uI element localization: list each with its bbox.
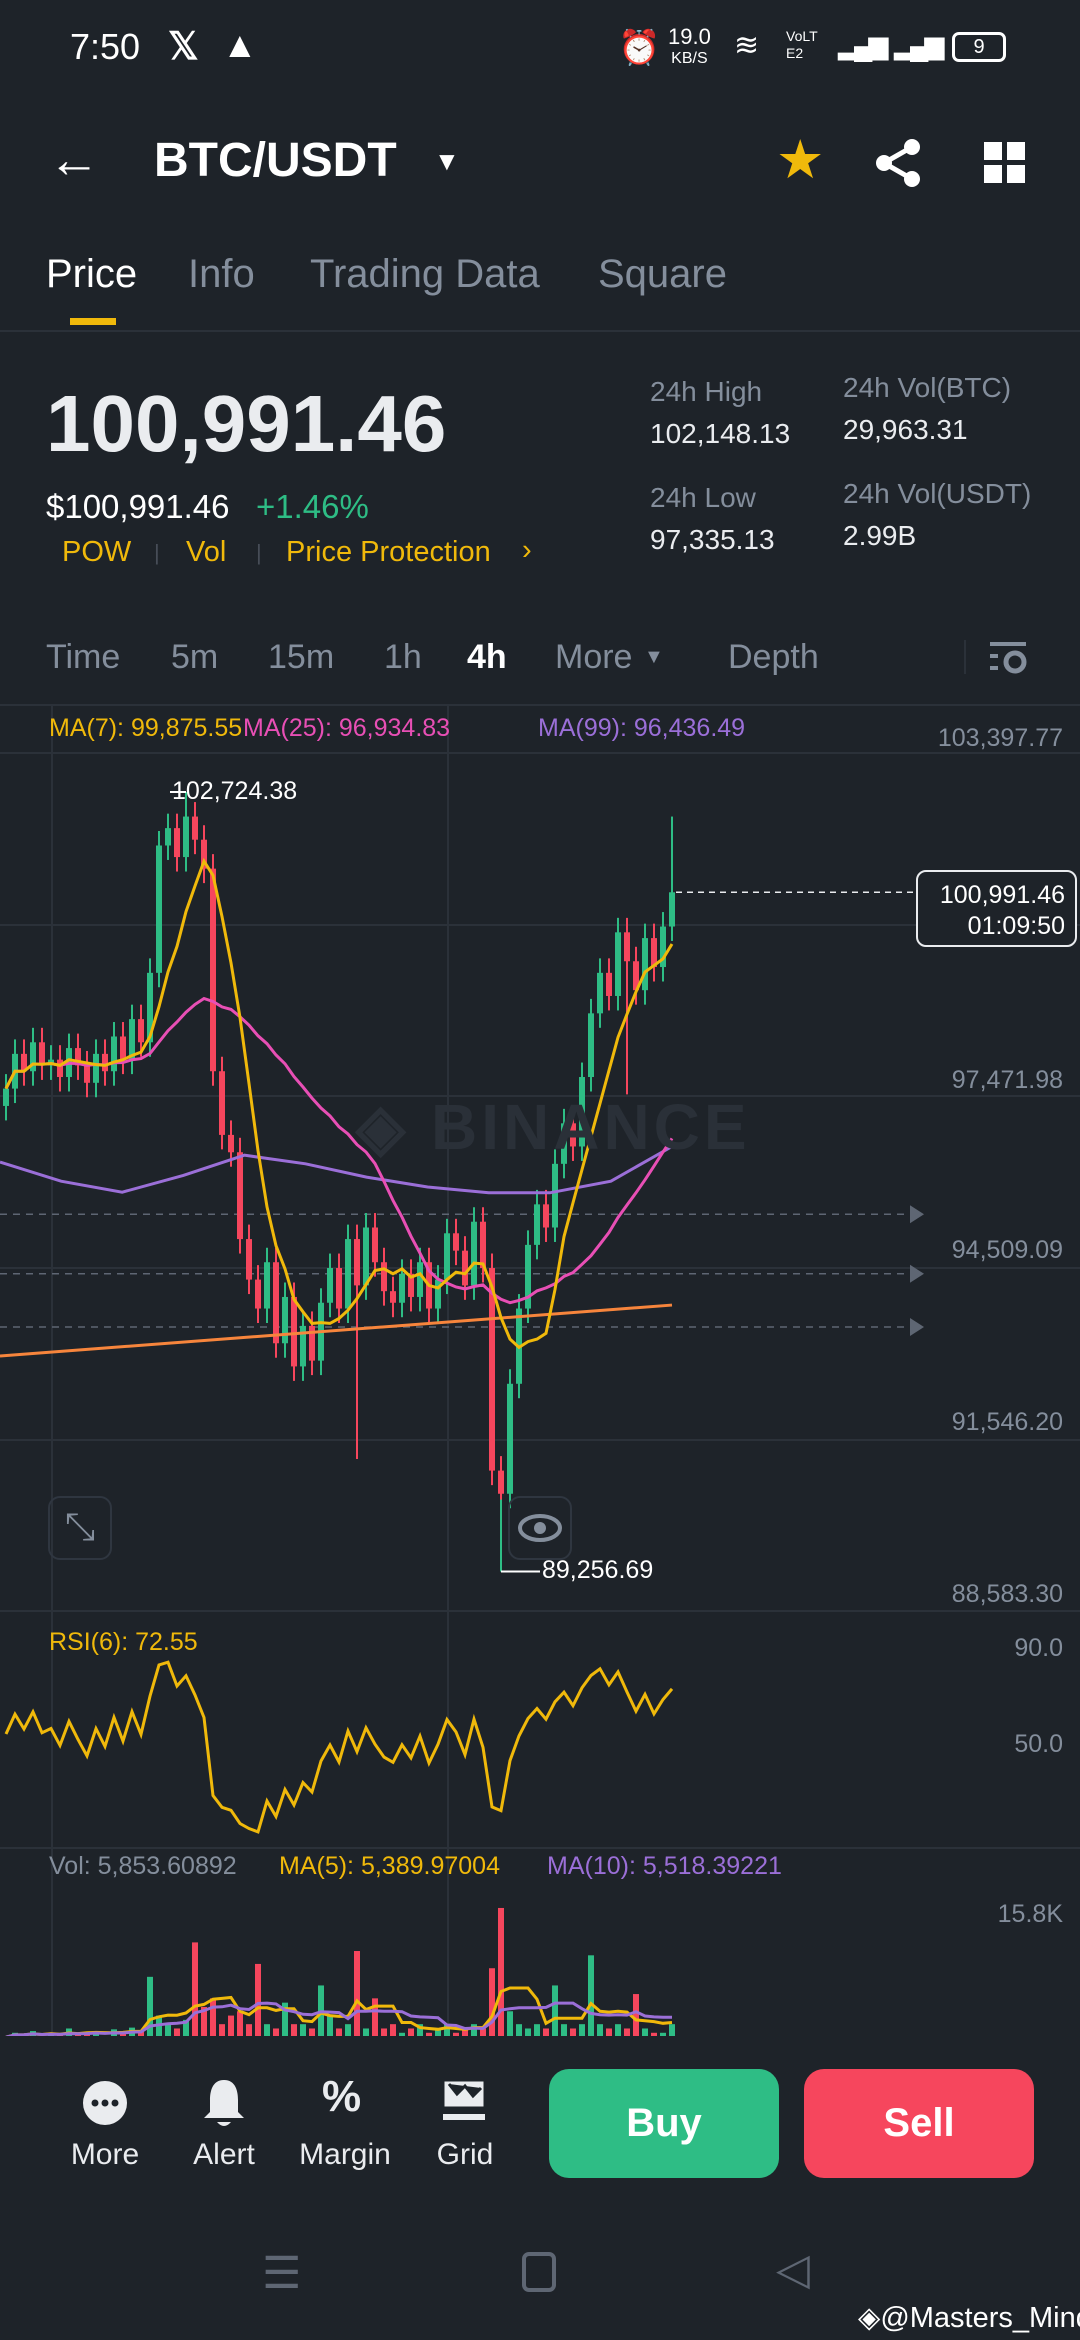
binance-watermark: ◈ BINANCE [356, 1091, 751, 1163]
candle-body [192, 816, 198, 840]
ma99-label: MA(99): 96,436.49 [538, 714, 746, 742]
candle-body [471, 1221, 477, 1286]
candle-body [552, 1163, 558, 1228]
candle-body [624, 932, 630, 962]
candle-body [282, 1296, 288, 1344]
candle-body [210, 868, 216, 1072]
candle-body [462, 1250, 468, 1286]
candle-body [255, 1279, 261, 1309]
candle-body [390, 1291, 396, 1303]
candle-body [588, 1013, 594, 1078]
candlestick-chart[interactable] [0, 0, 1080, 2340]
volume-axis-label: 15.8K [997, 1900, 1063, 1928]
candle-body [111, 1036, 117, 1072]
candle-body [372, 1227, 378, 1263]
price-axis-label: 97,471.98 [951, 1066, 1063, 1094]
candle-body [84, 1065, 90, 1083]
price-axis-label: 94,509.09 [951, 1236, 1063, 1264]
volume-ma10-label: MA(10): 5,518.39221 [547, 1852, 782, 1880]
credit-text: @Masters_Mind [880, 2302, 1080, 2334]
home-icon[interactable] [522, 2252, 556, 2292]
grid-button[interactable]: Grid [405, 2138, 525, 2172]
ma7-label: MA(7): 99,875.55 [49, 714, 243, 742]
back-nav-icon[interactable]: ◁ [776, 2244, 810, 2295]
price-axis-label: 88,583.30 [951, 1580, 1063, 1608]
high-marker-label: 102,724.38 [172, 777, 298, 805]
alert-level-arrow [910, 1318, 924, 1337]
candle-body [102, 1053, 108, 1072]
margin-percent-icon[interactable]: % [322, 2072, 361, 2122]
trend-line [0, 1303, 673, 1358]
candle-countdown: 01:09:50 [967, 912, 1065, 940]
more-icon[interactable] [82, 2080, 128, 2126]
volume-ma5-label: MA(5): 5,389.97004 [279, 1852, 500, 1880]
candle-body [606, 972, 612, 996]
recent-apps-icon[interactable]: ☰ [262, 2248, 301, 2299]
candle-body [327, 1268, 333, 1303]
candle-body [615, 932, 621, 996]
candle-body [174, 828, 180, 858]
candle-body [597, 972, 603, 1014]
candle-body [363, 1227, 369, 1286]
last-price-tag[interactable]: 100,991.46 01:09:50 [916, 870, 1077, 947]
visibility-eye-icon[interactable] [508, 1496, 572, 1560]
candle-body [138, 1019, 144, 1043]
fullscreen-expand-icon[interactable]: ⤡ [48, 1496, 112, 1560]
candle-body [219, 1071, 225, 1135]
candle-body [39, 1042, 45, 1066]
candle-body [453, 1233, 459, 1251]
buy-button[interactable]: Buy [549, 2069, 779, 2178]
candle-body [336, 1268, 342, 1309]
candle-body [183, 816, 189, 858]
candle-body [507, 1383, 513, 1494]
candle-body [642, 938, 648, 991]
volume-label: Vol: 5,853.60892 [49, 1852, 237, 1880]
candle-body [165, 828, 171, 846]
grid-trading-icon[interactable] [443, 2080, 485, 2124]
alert-button[interactable]: Alert [164, 2138, 284, 2172]
candle-body [3, 1088, 9, 1106]
candle-body [57, 1059, 63, 1078]
candle-body [237, 1152, 243, 1240]
candle-body [444, 1233, 450, 1280]
candle-body [381, 1262, 387, 1292]
price-axis-label: 91,546.20 [951, 1408, 1063, 1436]
candle-body [417, 1262, 423, 1297]
candle-body [669, 892, 675, 927]
alert-bell-icon[interactable] [202, 2078, 246, 2128]
candle-body [291, 1296, 297, 1367]
volume-bar [192, 1942, 198, 2036]
candle-body [543, 1204, 549, 1228]
rsi-axis-label: 50.0 [1014, 1730, 1063, 1758]
rsi-line [4, 1660, 674, 1834]
candle-body [273, 1262, 279, 1344]
candle-body [345, 1239, 351, 1309]
candle-body [354, 1239, 360, 1286]
candle-body [93, 1053, 99, 1083]
candle-body [498, 1470, 504, 1494]
candle-body [264, 1262, 270, 1309]
last-price-tag-value: 100,991.46 [939, 881, 1065, 909]
more-button[interactable]: More [45, 2138, 165, 2172]
candle-body [246, 1239, 252, 1280]
watermark-text: BINANCE [431, 1091, 751, 1163]
rsi-axis-label: 90.0 [1014, 1634, 1063, 1662]
candle-body [534, 1204, 540, 1245]
price-axis-label: 103,397.77 [937, 724, 1063, 752]
margin-button[interactable]: Margin [285, 2138, 405, 2172]
candle-body [480, 1221, 486, 1269]
candle-body [399, 1273, 405, 1303]
alert-level-arrow [910, 1205, 924, 1224]
credit-watermark: ◈@Masters_Mind [858, 2300, 1080, 2335]
rsi-label: RSI(6): 72.55 [49, 1628, 198, 1656]
candle-body [156, 845, 162, 973]
ma25-label: MA(25): 96,934.83 [243, 714, 451, 742]
candle-body [228, 1134, 234, 1153]
candle-body [120, 1036, 126, 1060]
sell-button[interactable]: Sell [804, 2069, 1034, 2178]
volume-bar [498, 1907, 504, 2036]
